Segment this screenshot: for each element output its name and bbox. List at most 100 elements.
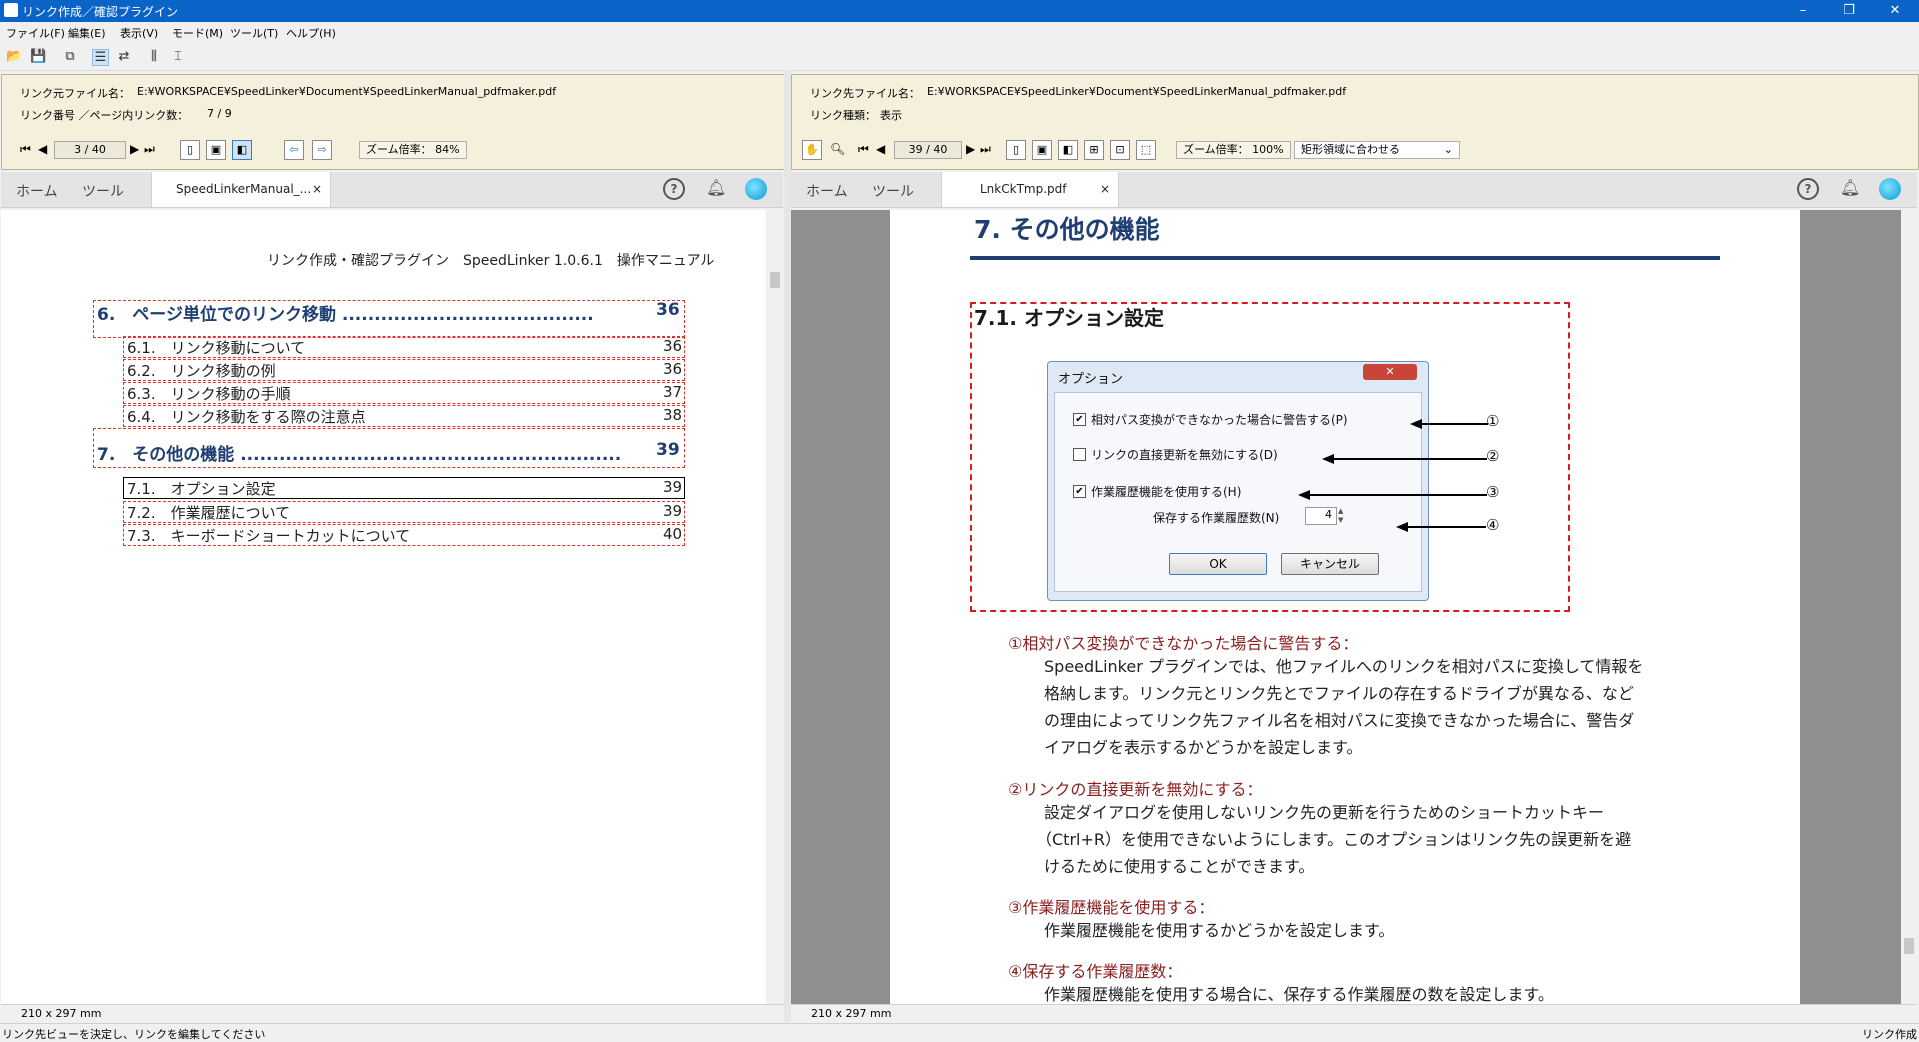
- zoom-tool-icon[interactable]: 🔍︎: [830, 142, 845, 156]
- target-page[interactable]: 7. その他の機能 7.1. オプション設定 オプション ✕ ✔ 相対パス変換が…: [890, 210, 1800, 1004]
- target-tab-home[interactable]: ホーム: [806, 181, 848, 201]
- target-help-icon[interactable]: ?: [1797, 178, 1819, 200]
- close-button[interactable]: ✕: [1872, 0, 1918, 22]
- source-file-label: リンク元ファイル名：: [20, 87, 130, 100]
- cancel-button[interactable]: キャンセル: [1281, 553, 1379, 575]
- prev-page-icon[interactable]: ◀: [38, 142, 47, 156]
- target-single-page-icon[interactable]: ▯: [1006, 140, 1026, 160]
- scroll-thumb[interactable]: [770, 272, 780, 288]
- target-page-size: 210 x 297 mm: [811, 1007, 892, 1020]
- toc-page: 38: [663, 406, 683, 424]
- menu-edit[interactable]: 編集(E): [68, 25, 106, 41]
- fit-rect-icon[interactable]: ⊡: [1110, 140, 1130, 160]
- source-page-input[interactable]: 3 / 40: [54, 141, 126, 159]
- source-document-view[interactable]: リンク作成・確認プラグイン SpeedLinker 1.0.6.1 操作マニュア…: [1, 210, 766, 1004]
- help-icon[interactable]: ?: [663, 178, 685, 200]
- link-list-icon[interactable]: ☰: [92, 49, 109, 66]
- source-zoom[interactable]: ズーム倍率： 84%: [359, 141, 467, 159]
- single-page-icon[interactable]: ▯: [180, 140, 200, 160]
- target-scroll-thumb[interactable]: [1904, 938, 1914, 954]
- split-horizontal-icon[interactable]: ⌶: [170, 49, 186, 65]
- marker-3: ③: [1486, 483, 1500, 501]
- option-1-line: の理由によってリンク先ファイル名を相対パスに変換できなかった場合に、警告ダ: [1044, 711, 1635, 730]
- last-page-icon[interactable]: ⏭: [144, 142, 155, 157]
- callout-line: [1332, 458, 1487, 460]
- ok-button[interactable]: OK: [1169, 553, 1267, 575]
- target-status-strip: 210 x 297 mm: [791, 1004, 1917, 1023]
- menu-tools[interactable]: ツール(T): [230, 25, 278, 41]
- pane-splitter[interactable]: [784, 70, 791, 1022]
- toc-entry: 7.3. キーボードショートカットについて: [127, 527, 411, 545]
- target-account-icon[interactable]: [1879, 178, 1901, 200]
- callout-line: [1406, 526, 1486, 528]
- fit-visible-icon[interactable]: ⊞: [1084, 140, 1104, 160]
- disable-direct-update-checkbox[interactable]: [1073, 448, 1086, 461]
- menu-help[interactable]: ヘルプ(H): [286, 25, 336, 41]
- history-count-input[interactable]: 4: [1305, 507, 1337, 525]
- target-doc-tab-label: LnkCkTmp.pdf: [980, 182, 1067, 196]
- toc-entry: 6. ページ単位でのリンク移動 ........................…: [97, 305, 594, 325]
- option-1-title: ①相対パス変換ができなかった場合に警告する：: [1008, 634, 1359, 653]
- source-vertical-scrollbar[interactable]: [767, 210, 783, 1004]
- tab-target-document[interactable]: LnkCkTmp.pdf ×: [941, 172, 1119, 207]
- option-1-line: SpeedLinker プラグインでは、他ファイルへのリンクを相対パスに変換して…: [1044, 657, 1644, 676]
- status-mode: リンク作成: [1862, 1028, 1917, 1041]
- split-vertical-icon[interactable]: ⫼: [146, 49, 162, 65]
- next-page-icon[interactable]: ▶: [130, 142, 139, 156]
- target-close-tab-icon[interactable]: ×: [1100, 182, 1110, 196]
- bell-icon[interactable]: 🔔︎: [706, 178, 726, 197]
- fit-mode-select[interactable]: 矩形領域に合わせる ⌄: [1294, 141, 1460, 159]
- tab-source-document[interactable]: SpeedLinkerManual_... ×: [151, 172, 331, 207]
- target-next-page-icon[interactable]: ▶: [966, 142, 975, 156]
- link-type-value: 表示: [880, 109, 902, 122]
- minimize-button[interactable]: –: [1780, 0, 1826, 22]
- back-arrow-icon[interactable]: ⇦: [284, 140, 304, 160]
- use-history-checkbox[interactable]: ✔: [1073, 485, 1086, 498]
- title-bar: リンク作成／確認プラグイン – ❐ ✕: [0, 0, 1919, 22]
- toc-page: 39: [656, 440, 680, 460]
- dialog-title: オプション: [1058, 372, 1124, 387]
- tab-tools[interactable]: ツール: [82, 181, 124, 201]
- account-icon[interactable]: [745, 178, 767, 200]
- link-edit-icon[interactable]: ⇄: [116, 49, 132, 65]
- warn-relative-path-label: 相対パス変換ができなかった場合に警告する(P): [1091, 413, 1348, 427]
- arrow-left-icon: [1396, 522, 1408, 532]
- menu-mode[interactable]: モード(M): [172, 25, 223, 41]
- marker-2: ②: [1486, 447, 1500, 465]
- hand-tool-icon[interactable]: ✋: [802, 140, 822, 160]
- target-zoom[interactable]: ズーム倍率： 100%: [1176, 141, 1291, 159]
- warn-relative-path-checkbox[interactable]: ✔: [1073, 413, 1086, 426]
- save-icon[interactable]: 💾: [30, 49, 46, 65]
- target-fit-page-icon[interactable]: ▣: [1032, 140, 1052, 160]
- target-page-input[interactable]: 39 / 40: [894, 141, 962, 159]
- option-3-title: ③作業履歴機能を使用する：: [1008, 898, 1215, 917]
- forward-arrow-icon[interactable]: ⇨: [312, 140, 332, 160]
- target-vertical-scrollbar[interactable]: [1901, 210, 1917, 1004]
- option-1-line: 格納します。リンク元とリンク先とでファイルの存在するドライブが異なる、など: [1044, 684, 1634, 703]
- fit-page-icon[interactable]: ▣: [206, 140, 226, 160]
- select-rect-icon[interactable]: ⬚: [1136, 140, 1156, 160]
- callout-line: [1420, 423, 1488, 425]
- options-dialog: オプション ✕ ✔ 相対パス変換ができなかった場合に警告する(P) リンクの直接…: [1047, 361, 1429, 601]
- target-prev-page-icon[interactable]: ◀: [876, 142, 885, 156]
- open-folder-icon[interactable]: 📂: [6, 49, 22, 65]
- first-page-icon[interactable]: ⏮: [20, 142, 31, 157]
- fit-width-icon[interactable]: ◧: [232, 140, 252, 160]
- disable-direct-update-label: リンクの直接更新を無効にする(D): [1091, 448, 1278, 462]
- copy-doc-icon[interactable]: ⧉: [62, 49, 78, 65]
- source-info-panel: リンク元ファイル名： E:¥WORKSPACE¥SpeedLinker¥Docu…: [1, 74, 785, 170]
- target-first-page-icon[interactable]: ⏮: [858, 142, 869, 157]
- target-bell-icon[interactable]: 🔔︎: [1840, 178, 1860, 197]
- dialog-close-icon[interactable]: ✕: [1363, 364, 1417, 380]
- menu-view[interactable]: 表示(V): [120, 25, 158, 41]
- marker-1: ①: [1486, 412, 1500, 430]
- menu-file[interactable]: ファイル(F): [6, 25, 65, 41]
- stepper-icon[interactable]: ▲ ▼: [1338, 507, 1348, 525]
- target-last-page-icon[interactable]: ⏭: [980, 142, 991, 157]
- target-tab-tools[interactable]: ツール: [872, 181, 914, 201]
- restore-button[interactable]: ❐: [1826, 0, 1872, 22]
- close-tab-icon[interactable]: ×: [312, 182, 322, 196]
- tab-home[interactable]: ホーム: [16, 181, 58, 201]
- target-fit-width-icon[interactable]: ◧: [1058, 140, 1078, 160]
- option-4-line: 作業履歴機能を使用する場合に、保存する作業履歴の数を設定します。: [1044, 985, 1554, 1004]
